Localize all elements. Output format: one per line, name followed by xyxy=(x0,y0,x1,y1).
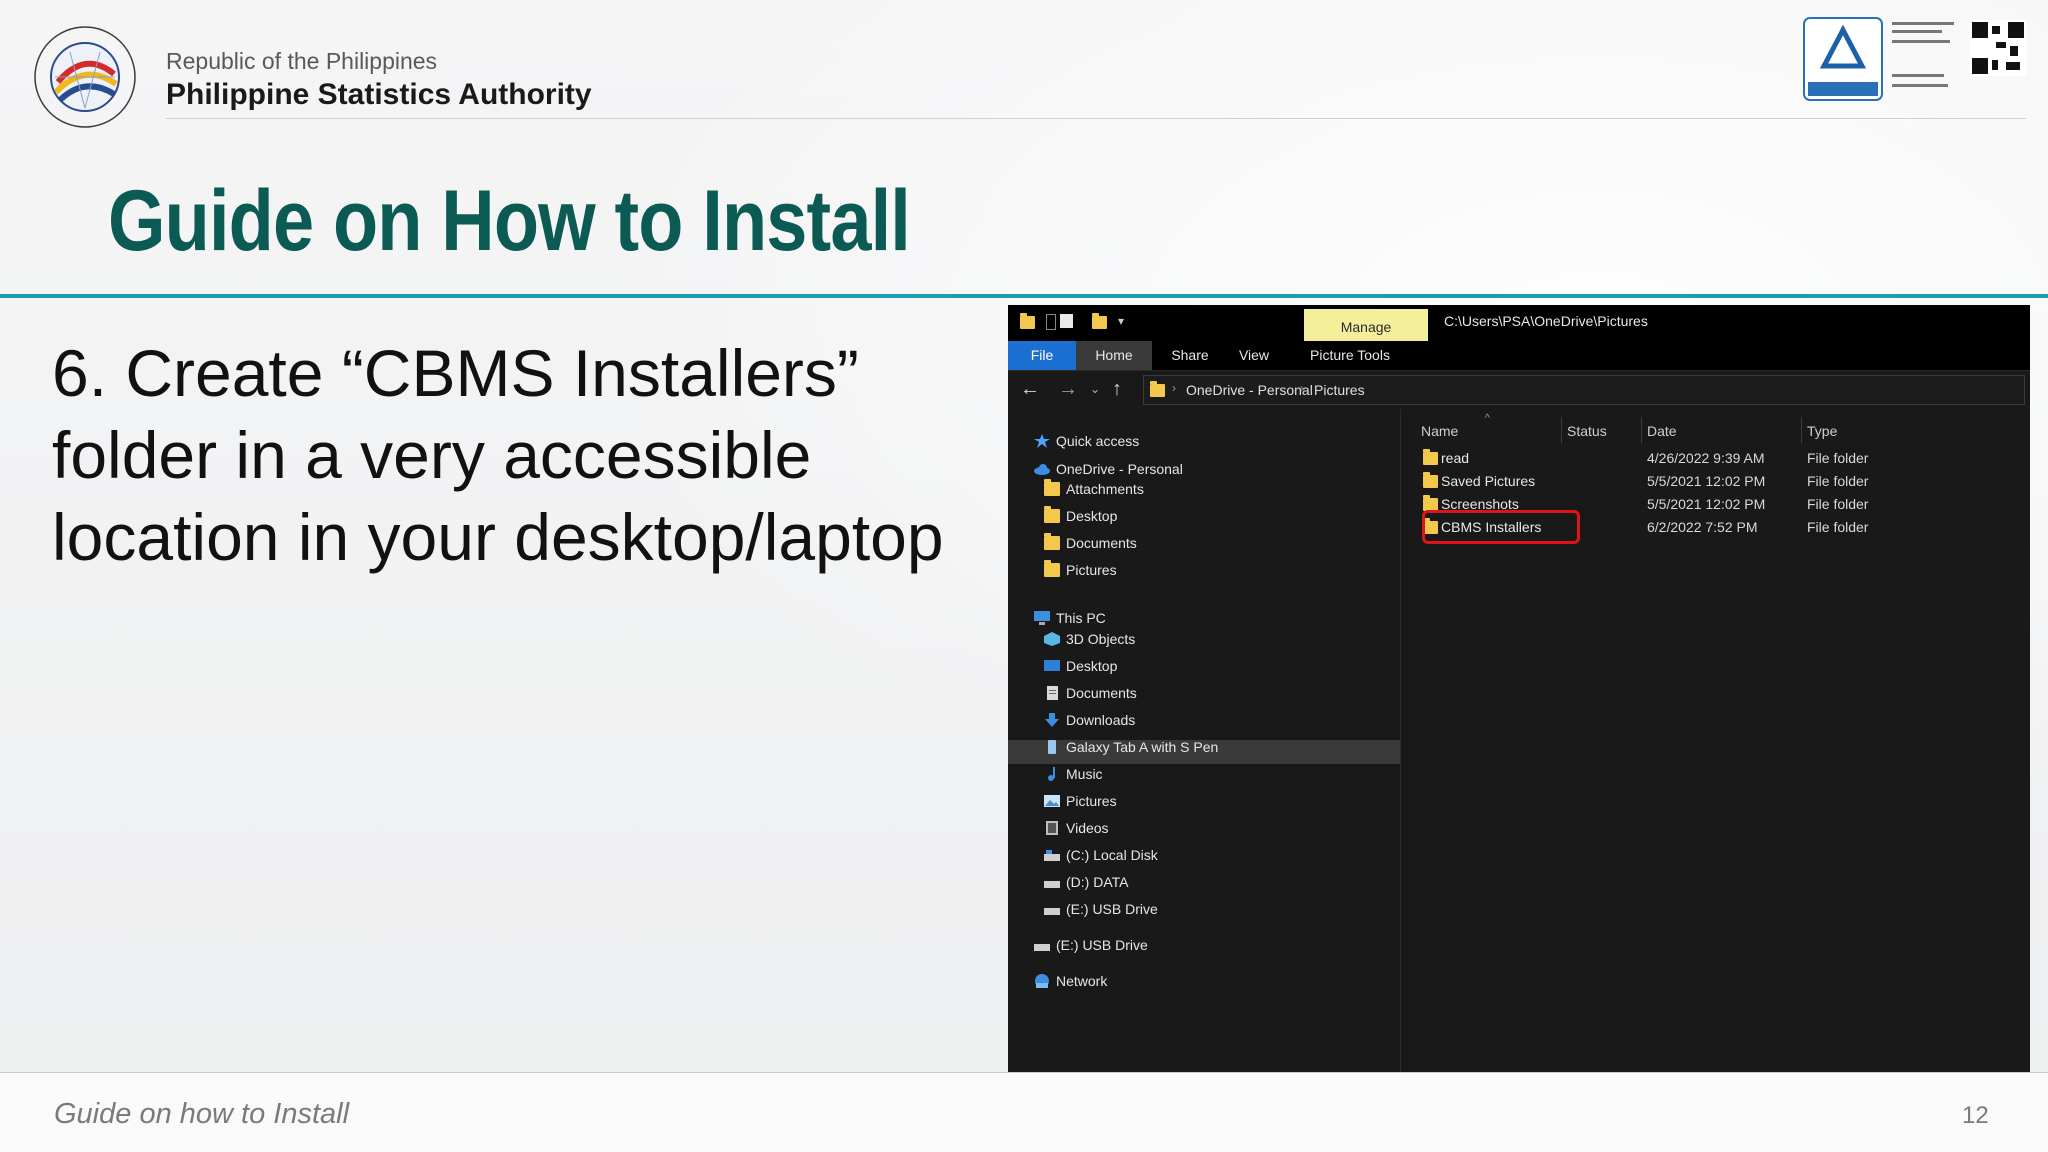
org-name: Philippine Statistics Authority xyxy=(166,78,592,111)
sort-ascending-icon: ^ xyxy=(1485,413,1490,424)
file-name: read xyxy=(1441,450,1470,466)
music-note-icon xyxy=(1048,767,1055,781)
title-bar: ▾ Manage C:\Users\PSA\OneDrive\Pictures xyxy=(1008,305,2030,341)
tab-share[interactable]: Share xyxy=(1162,341,1218,370)
picture-icon xyxy=(1044,795,1060,807)
usb-drive-icon xyxy=(1044,908,1060,915)
header-divider xyxy=(166,118,2026,119)
folder-icon[interactable] xyxy=(1020,313,1035,329)
file-type: File folder xyxy=(1807,473,1869,489)
breadcrumb-chevron-icon: › xyxy=(1172,381,1176,395)
file-row[interactable]: read 4/26/2022 9:39 AM File folder xyxy=(1401,447,2030,469)
file-explorer-window: ▾ Manage C:\Users\PSA\OneDrive\Pictures … xyxy=(1008,305,2030,1084)
file-date: 4/26/2022 9:39 AM xyxy=(1647,450,1765,466)
folder-icon xyxy=(1423,472,1438,488)
file-name: Saved Pictures xyxy=(1441,473,1536,489)
cube-icon xyxy=(1044,632,1060,646)
download-arrow-icon xyxy=(1045,713,1059,727)
new-folder-icon[interactable] xyxy=(1092,313,1107,329)
drive-icon xyxy=(1044,881,1060,888)
file-type: File folder xyxy=(1807,450,1869,466)
ribbon-tabs: File Home Share View Picture Tools xyxy=(1008,341,2030,371)
address-bar[interactable]: › OneDrive - Personal › Pictures xyxy=(1143,375,2025,405)
breadcrumb-onedrive[interactable]: OneDrive - Personal xyxy=(1186,382,1313,398)
network-icon xyxy=(1035,974,1049,988)
drive-icon xyxy=(1044,850,1060,861)
tab-manage[interactable]: Manage xyxy=(1304,309,1428,341)
window-title-path: C:\Users\PSA\OneDrive\Pictures xyxy=(1444,313,1648,329)
column-header-status[interactable]: Status xyxy=(1567,423,1607,439)
tablet-icon xyxy=(1048,740,1056,754)
back-arrow-icon[interactable]: ← xyxy=(1020,377,1040,401)
title-underline xyxy=(0,294,2048,298)
address-row: ← → ⌄ ↑ › OneDrive - Personal › Pictures xyxy=(1008,371,2030,410)
file-date: 5/5/2021 12:02 PM xyxy=(1647,473,1766,489)
cloud-icon xyxy=(1034,464,1050,475)
instruction-line-2: folder in a very accessible xyxy=(52,418,812,492)
up-arrow-icon[interactable]: ↑ xyxy=(1112,377,1122,401)
file-date: 5/5/2021 12:02 PM xyxy=(1647,496,1766,512)
tab-picture-tools[interactable]: Picture Tools xyxy=(1294,341,1406,370)
slide-title: Guide on How to Install xyxy=(108,173,911,269)
folder-icon xyxy=(1044,533,1060,550)
cbms-installers-highlight-box xyxy=(1422,510,1580,544)
column-divider[interactable] xyxy=(1641,417,1642,443)
certification-badge-icon xyxy=(1803,17,2026,101)
breadcrumb-chevron-icon: › xyxy=(1300,381,1304,395)
desktop-icon xyxy=(1044,660,1060,671)
folder-icon xyxy=(1423,449,1438,465)
column-header-name[interactable]: Name xyxy=(1421,423,1458,439)
column-divider[interactable] xyxy=(1561,417,1562,443)
customize-toolbar-icon[interactable]: ▾ xyxy=(1118,313,1128,329)
column-divider[interactable] xyxy=(1801,417,1802,443)
file-type: File folder xyxy=(1807,519,1869,535)
forward-arrow-icon[interactable]: → xyxy=(1058,377,1078,401)
org-subtitle: Republic of the Philippines xyxy=(166,48,438,74)
folder-icon xyxy=(1150,381,1165,397)
footer-title: Guide on how to Install xyxy=(54,1098,350,1130)
psa-logo-icon xyxy=(34,26,136,128)
instruction-line-1: 6. Create “CBMS Installers” xyxy=(52,336,859,410)
file-row[interactable]: Saved Pictures 5/5/2021 12:02 PM File fo… xyxy=(1401,470,2030,492)
separator-icon xyxy=(1046,314,1056,330)
breadcrumb-pictures[interactable]: Pictures xyxy=(1314,382,1365,398)
document-icon xyxy=(1047,686,1058,700)
tab-home[interactable]: Home xyxy=(1076,341,1152,370)
recent-locations-chevron-icon[interactable]: ⌄ xyxy=(1090,377,1100,401)
folder-icon xyxy=(1044,560,1060,577)
video-icon xyxy=(1046,821,1058,835)
usb-drive-icon xyxy=(1034,944,1050,951)
tab-file[interactable]: File xyxy=(1008,341,1076,370)
tab-view[interactable]: View xyxy=(1228,341,1280,370)
file-type: File folder xyxy=(1807,496,1869,512)
computer-icon xyxy=(1034,611,1050,625)
folder-icon xyxy=(1044,479,1060,496)
page-number: 12 xyxy=(1962,1102,1989,1129)
star-icon xyxy=(1034,434,1050,448)
instruction-text: 6. Create “CBMS Installers” folder in a … xyxy=(52,332,1012,578)
column-header-type[interactable]: Type xyxy=(1807,423,1837,439)
folder-icon xyxy=(1044,506,1060,523)
navigation-pane: Quick access OneDrive - Personal Attachm… xyxy=(1008,409,1401,1084)
properties-icon[interactable] xyxy=(1060,314,1073,328)
qr-code-icon xyxy=(1970,20,2026,76)
instruction-line-3: location in your desktop/laptop xyxy=(52,500,944,574)
column-header-date[interactable]: Date xyxy=(1647,423,1677,439)
file-date: 6/2/2022 7:52 PM xyxy=(1647,519,1758,535)
